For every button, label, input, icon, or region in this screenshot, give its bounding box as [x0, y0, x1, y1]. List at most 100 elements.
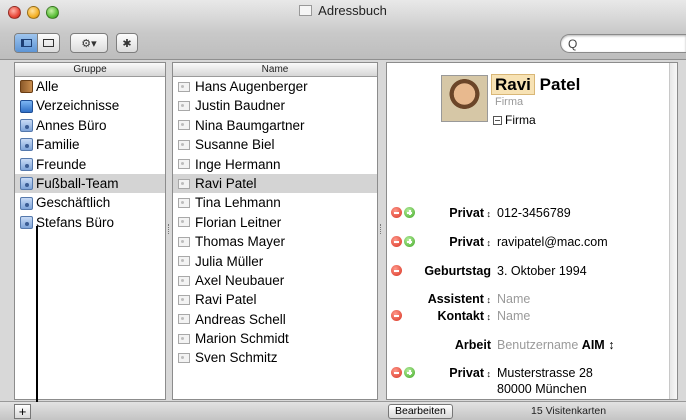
- edit-button[interactable]: Bearbeiten: [388, 404, 453, 419]
- address-label[interactable]: Privat: [449, 365, 491, 382]
- contact-row: Kontakt Name: [387, 308, 677, 324]
- action-menu-button[interactable]: ⚙▾: [70, 33, 108, 53]
- address-line2[interactable]: 80000 München: [497, 381, 587, 397]
- list-item[interactable]: Tina Lehmann: [173, 193, 377, 212]
- list-item[interactable]: Sven Schmitz: [173, 348, 377, 367]
- contact-name: Julia Müller: [195, 253, 264, 269]
- document-icon: [299, 5, 313, 16]
- contact-name: Axel Neubauer: [195, 272, 285, 288]
- group-label: Annes Büro: [36, 117, 107, 133]
- list-item[interactable]: Hans Augenberger: [173, 77, 377, 96]
- im-label: Arbeit: [454, 338, 491, 352]
- contact-name: Florian Leitner: [195, 214, 282, 230]
- contact-name: Andreas Schell: [195, 311, 286, 327]
- phone-value[interactable]: 012-3456789: [497, 205, 571, 221]
- group-icon: [20, 157, 33, 171]
- contact-name: Tina Lehmann: [195, 195, 281, 211]
- splitter-grip-icon: [380, 224, 382, 234]
- add-icon[interactable]: [404, 367, 415, 378]
- birthday-row: Geburtstag 3. Oktober 1994: [387, 263, 677, 279]
- contact-label[interactable]: Kontakt: [437, 308, 491, 325]
- address-book-window: Adressbuch ⚙▾ ✱ Q Gruppe Alle Verzeichni…: [0, 0, 686, 420]
- remove-icon[interactable]: [391, 265, 402, 276]
- list-item[interactable]: Julia Müller: [173, 252, 377, 271]
- list-item-selected[interactable]: Ravi Patel: [173, 173, 377, 194]
- contact-card: Ravi Patel Firma Firma Privat 012-345678…: [386, 62, 678, 400]
- company-field[interactable]: Firma: [495, 96, 523, 108]
- list-item[interactable]: Susanne Biel: [173, 135, 377, 154]
- list-item[interactable]: Thomas Mayer: [173, 232, 377, 251]
- contact-card-icon: [178, 236, 190, 247]
- group-item-freunde[interactable]: Freunde: [15, 155, 165, 174]
- group-label: Familie: [36, 137, 80, 153]
- email-label[interactable]: Privat: [449, 234, 491, 251]
- list-item[interactable]: Axel Neubauer: [173, 271, 377, 290]
- group-item-verzeichnisse[interactable]: Verzeichnisse: [15, 96, 165, 115]
- first-name-field[interactable]: Ravi: [491, 74, 535, 95]
- contact-card-icon: [178, 81, 190, 92]
- phone-row: Privat 012-3456789: [387, 205, 677, 221]
- group-label: Alle: [36, 79, 59, 94]
- im-value-wrap: Benutzername AIM ↕: [497, 337, 614, 353]
- birthday-value[interactable]: 3. Oktober 1994: [497, 263, 587, 279]
- address-row: Privat Musterstrasse 28: [387, 365, 677, 381]
- remove-icon[interactable]: [391, 236, 402, 247]
- card-view-button[interactable]: [37, 34, 59, 52]
- row-controls: [391, 207, 415, 218]
- list-item[interactable]: Andreas Schell: [173, 310, 377, 329]
- address-line1[interactable]: Musterstrasse 28: [497, 365, 593, 381]
- group-item-alle[interactable]: Alle: [15, 77, 165, 96]
- company-checkbox-label: Firma: [505, 113, 536, 127]
- group-item-annes-buero[interactable]: Annes Büro: [15, 116, 165, 135]
- bluetooth-button[interactable]: ✱: [116, 33, 138, 53]
- search-input[interactable]: Q: [560, 34, 686, 53]
- name-list: Hans Augenberger Justin Baudner Nina Bau…: [173, 77, 377, 368]
- contact-value[interactable]: Name: [497, 308, 530, 324]
- group-column-header[interactable]: Gruppe: [15, 63, 165, 77]
- column-view-button[interactable]: [15, 34, 37, 52]
- contact-card-icon: [178, 256, 190, 267]
- card-scrollbar[interactable]: [669, 63, 677, 399]
- list-item[interactable]: Marion Schmidt: [173, 329, 377, 348]
- group-item-fussball-team[interactable]: Fußball-Team: [15, 173, 165, 194]
- email-value[interactable]: ravipatel@mac.com: [497, 234, 608, 250]
- remove-icon[interactable]: [391, 367, 402, 378]
- im-service[interactable]: AIM ↕: [582, 338, 615, 352]
- name-column-header[interactable]: Name: [173, 63, 377, 77]
- list-item[interactable]: Justin Baudner: [173, 96, 377, 115]
- contact-card-icon: [178, 178, 190, 189]
- columns-icon: [20, 39, 32, 47]
- group-icon: [20, 177, 33, 191]
- contact-photo[interactable]: [441, 75, 488, 122]
- pane-splitter[interactable]: [378, 62, 384, 400]
- assistant-label[interactable]: Assistent: [428, 291, 491, 308]
- list-item[interactable]: Ravi Patel: [173, 290, 377, 309]
- list-item[interactable]: Florian Leitner: [173, 213, 377, 232]
- row-controls: [391, 236, 415, 247]
- contact-name: Marion Schmidt: [195, 331, 289, 347]
- add-group-button[interactable]: +: [14, 404, 31, 419]
- contact-card-icon: [178, 333, 190, 344]
- group-item-geschaeftlich[interactable]: Geschäftlich: [15, 193, 165, 212]
- contact-card-icon: [178, 101, 190, 112]
- remove-icon[interactable]: [391, 207, 402, 218]
- list-item[interactable]: Inge Hermann: [173, 155, 377, 174]
- im-service-text: AIM: [581, 338, 605, 352]
- group-label: Freunde: [36, 156, 87, 172]
- remove-icon[interactable]: [391, 310, 402, 321]
- im-username[interactable]: Benutzername: [497, 338, 578, 352]
- company-checkbox[interactable]: Firma: [493, 113, 536, 127]
- phone-label[interactable]: Privat: [449, 205, 491, 222]
- contact-name: Inge Hermann: [195, 156, 281, 172]
- add-icon[interactable]: [404, 236, 415, 247]
- last-name-field[interactable]: Patel: [540, 75, 581, 94]
- contact-card-icon: [178, 139, 190, 150]
- group-label: Stefans Büro: [36, 214, 115, 230]
- card-count: 15 Visitenkarten: [531, 405, 607, 417]
- assistant-value[interactable]: Name: [497, 291, 530, 307]
- add-icon[interactable]: [404, 207, 415, 218]
- list-item[interactable]: Nina Baumgartner: [173, 116, 377, 135]
- contact-name: Hans Augenberger: [195, 79, 308, 94]
- group-item-familie[interactable]: Familie: [15, 135, 165, 154]
- row-controls: [391, 265, 402, 276]
